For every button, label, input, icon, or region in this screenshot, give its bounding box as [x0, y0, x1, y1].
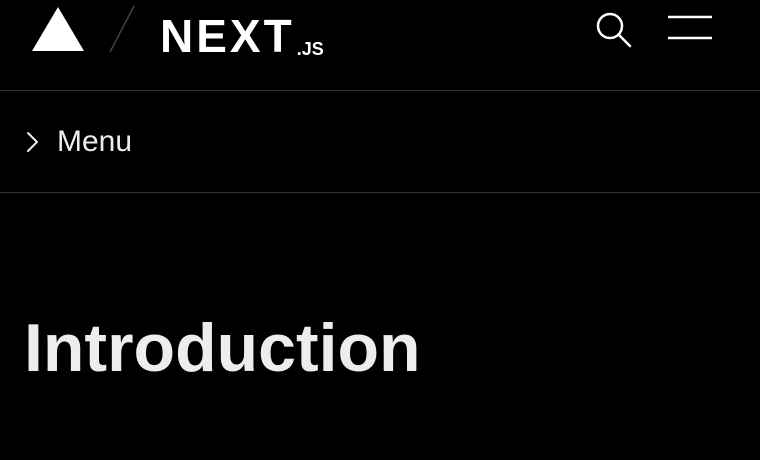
page: NEXT .JS Menu Introduction [0, 0, 760, 460]
chevron-right-icon [27, 132, 38, 152]
site-header: NEXT .JS [0, 0, 760, 91]
menu-label: Menu [57, 125, 133, 158]
vercel-logo-icon[interactable] [32, 7, 84, 51]
slash-divider [109, 5, 135, 53]
page-title: Introduction [24, 310, 421, 386]
nextjs-logo[interactable]: NEXT .JS [160, 8, 324, 62]
logo-suffix: .JS [296, 39, 324, 59]
search-icon [596, 12, 632, 48]
search-button[interactable] [592, 10, 636, 50]
logo-wordmark: NEXT [160, 10, 295, 62]
menu-toggle[interactable]: Menu [0, 91, 760, 193]
hamburger-menu-button[interactable] [666, 12, 714, 44]
hamburger-menu-icon [668, 15, 712, 40]
